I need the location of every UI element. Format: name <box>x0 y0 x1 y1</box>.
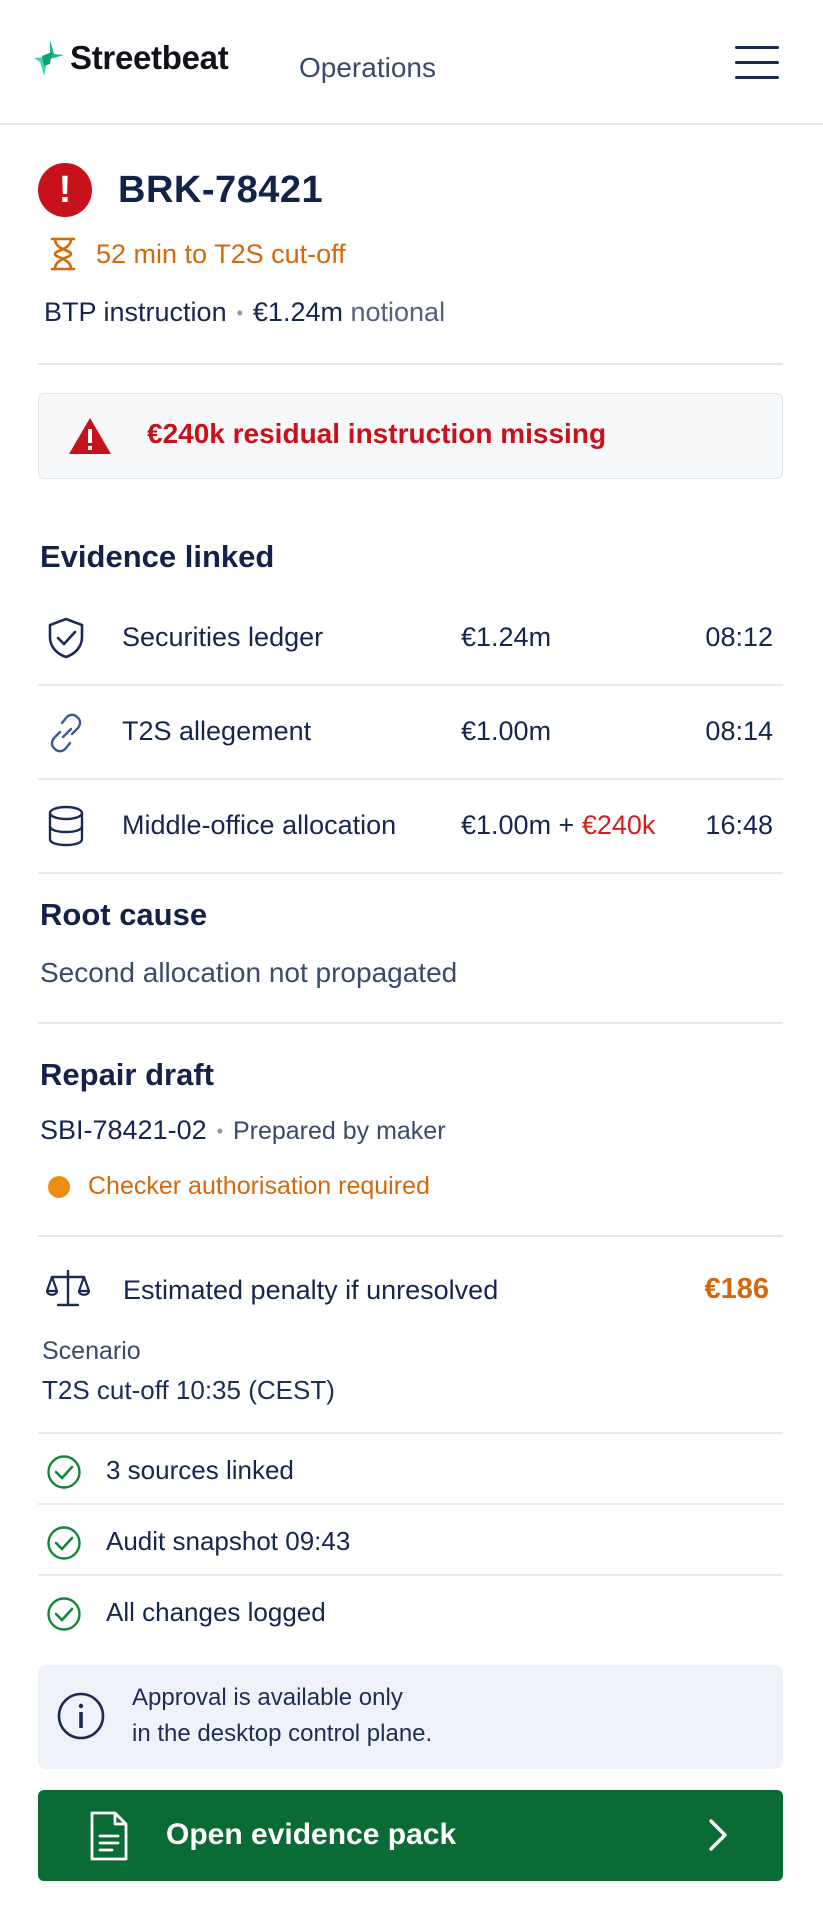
menu-line <box>735 46 779 49</box>
repair-draft-title: Repair draft <box>40 1057 214 1092</box>
shield-check-icon <box>48 617 84 659</box>
divider <box>38 1022 783 1024</box>
evidence-source-name: Securities ledger <box>122 622 324 652</box>
evidence-source-name: T2S allegement <box>122 716 312 746</box>
nav-operations-link[interactable]: Operations <box>299 52 436 84</box>
root-cause-text: Second allocation not propagated <box>40 957 458 988</box>
evidence-amount: €1.00m <box>461 716 552 746</box>
evidence-row-middle-office-allocation[interactable]: Middle-office allocation €1.00m + €240k … <box>38 780 783 874</box>
document-icon <box>90 1811 128 1861</box>
repair-draft-id[interactable]: SBI-78421-02 <box>40 1115 207 1145</box>
alert-text: €240k residual instruction missing <box>147 418 607 449</box>
menu-line <box>735 76 779 79</box>
open-evidence-pack-label: Open evidence pack <box>166 1818 457 1851</box>
cutoff-timer-text: 52 min to T2S cut-off <box>96 238 346 269</box>
scenario-label: Scenario <box>42 1337 141 1365</box>
repair-draft-preparer: Prepared by maker <box>232 1117 446 1145</box>
evidence-amount: €1.24m <box>461 622 552 652</box>
check-item: All changes logged <box>38 1574 783 1646</box>
scenario-value: T2S cut-off 10:35 (CEST) <box>42 1375 335 1405</box>
instruction-type: BTP instruction <box>44 297 227 327</box>
penalty-label: Estimated penalty if unresolved <box>123 1275 499 1305</box>
info-text-line1: Approval is available only <box>132 1684 403 1711</box>
missing-instruction-alert: €240k residual instruction missing <box>38 393 783 479</box>
evidence-time: 08:12 <box>705 622 773 652</box>
notional-amount: €1.24m <box>252 297 343 327</box>
check-circle-icon <box>47 1455 81 1489</box>
open-evidence-pack-button[interactable]: Open evidence pack <box>38 1790 783 1881</box>
alert-exclamation-icon: ! <box>38 163 92 217</box>
root-cause-title: Root cause <box>40 897 208 932</box>
warning-triangle-icon <box>69 418 111 454</box>
chevron-right-icon <box>709 1819 727 1851</box>
check-circle-icon <box>47 1597 81 1631</box>
evidence-time: 08:14 <box>705 716 773 746</box>
hourglass-icon <box>50 237 76 271</box>
link-icon <box>50 713 82 753</box>
evidence-amount-residual: €240k <box>581 810 656 840</box>
database-icon <box>48 805 84 847</box>
status-dot-icon <box>48 1175 70 1198</box>
instruction-summary: BTP instruction • €1.24m notional <box>44 297 445 328</box>
check-item: Audit snapshot 09:43 <box>38 1503 783 1575</box>
scales-icon <box>46 1269 90 1307</box>
check-item-text: All changes logged <box>106 1597 326 1627</box>
repair-draft-status: Checker authorisation required <box>48 1172 430 1201</box>
check-item: 3 sources linked <box>38 1432 783 1504</box>
streetbeat-logo-icon <box>34 40 64 76</box>
check-item-text: 3 sources linked <box>106 1455 294 1485</box>
repair-draft-status-text: Checker authorisation required <box>88 1172 430 1200</box>
evidence-row-securities-ledger[interactable]: Securities ledger €1.24m 08:12 <box>38 592 783 686</box>
brand-logo[interactable]: Streetbeat <box>30 38 229 78</box>
notional-label: notional <box>350 297 446 327</box>
brand-name: Streetbeat <box>70 39 229 76</box>
evidence-row-t2s-allegement[interactable]: T2S allegement €1.00m 08:14 <box>38 686 783 780</box>
evidence-amount-base: €1.00m + <box>461 810 582 840</box>
check-circle-icon <box>47 1526 81 1560</box>
menu-line <box>735 61 779 64</box>
evidence-amount: €1.00m + €240k <box>461 810 655 841</box>
evidence-source-name: Middle-office allocation <box>122 810 397 840</box>
separator-dot: • <box>236 303 243 324</box>
approval-info-box: Approval is available only in the deskto… <box>38 1665 783 1769</box>
info-icon <box>57 1692 105 1740</box>
separator-dot: • <box>216 1121 223 1142</box>
divider <box>38 1235 783 1237</box>
cutoff-timer: 52 min to T2S cut-off <box>48 236 346 272</box>
repair-draft-meta: SBI-78421-02 • Prepared by maker <box>40 1115 446 1146</box>
hamburger-menu-button[interactable] <box>735 46 779 82</box>
top-bar: Streetbeat Operations <box>0 0 823 125</box>
info-text-line2: in the desktop control plane. <box>132 1720 433 1747</box>
evidence-title: Evidence linked <box>40 539 275 574</box>
evidence-time: 16:48 <box>705 810 773 840</box>
divider <box>38 363 783 365</box>
penalty-value: €186 <box>704 1273 769 1305</box>
check-item-text: Audit snapshot 09:43 <box>106 1526 351 1556</box>
case-id: BRK-78421 <box>118 169 324 211</box>
